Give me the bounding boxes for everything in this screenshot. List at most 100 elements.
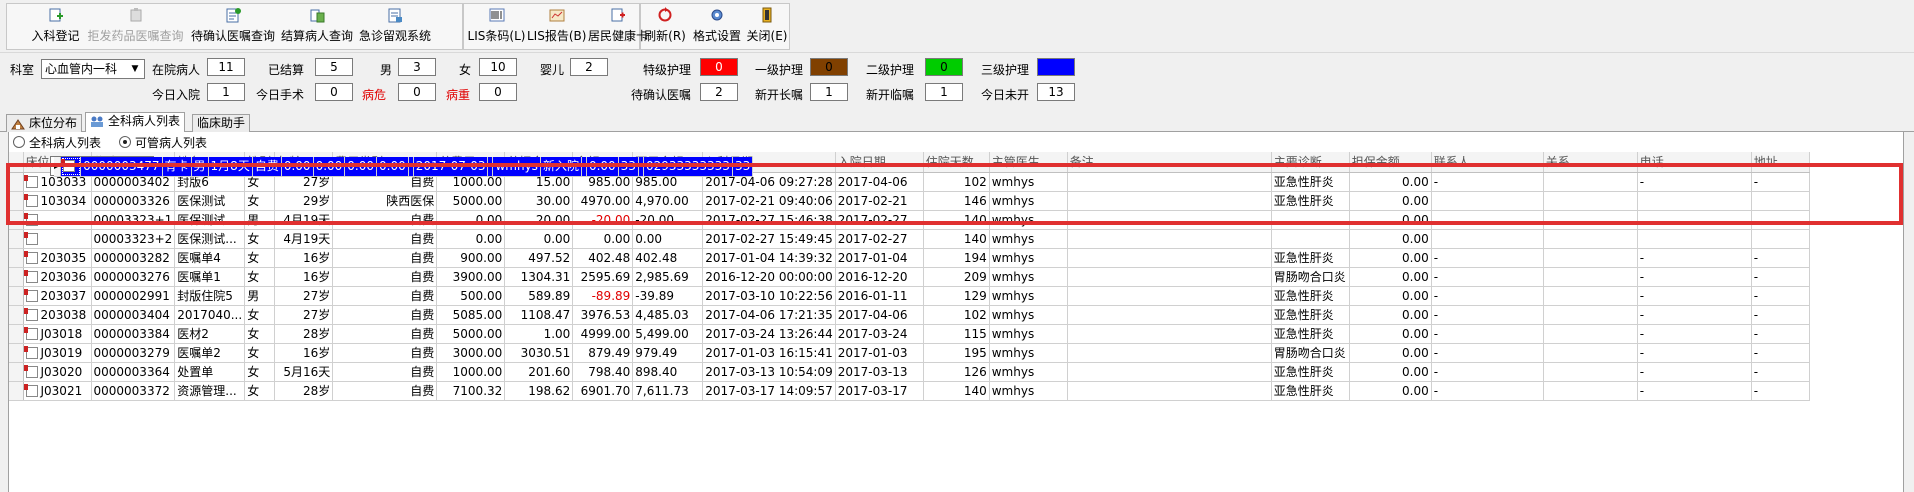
table-row[interactable]: 103034 0000003326 医保测试 女 29岁 陕西医保 5000.00 30.00… xyxy=(9,191,1810,211)
cell-value: 2017-03-13 10:54:09 xyxy=(705,365,833,379)
table-cell: 0.00 xyxy=(632,229,704,249)
format-settings-button[interactable]: 格式设置 xyxy=(691,4,743,44)
table-row[interactable]: J03018 0000003384 医材2 女 28岁 自费 5000.00 1.00 4999… xyxy=(9,324,1810,344)
radio-manageable-patients-dot xyxy=(119,136,131,148)
column-header[interactable]: 地址 xyxy=(1751,152,1810,173)
bed-number: 203036 xyxy=(40,270,87,284)
cell-value: 6901.70 xyxy=(580,384,631,398)
table-cell xyxy=(1543,267,1638,287)
cell-value: wmhys xyxy=(991,308,1035,322)
settle-query-button[interactable]: 结算病人查询 xyxy=(279,4,355,44)
table-row[interactable]: 203037 0000002991 封版住院5 男 27岁 自费 500.00 589.89 -… xyxy=(9,286,1810,306)
bed-number: J03020 xyxy=(40,365,83,379)
table-cell: 00003323+2 xyxy=(91,229,176,249)
table-cell xyxy=(1271,210,1350,230)
cell-value: 0.00 xyxy=(1402,174,1429,189)
table-cell: 33 xyxy=(618,157,639,177)
table-cell xyxy=(1637,210,1752,230)
column-header[interactable]: 电话 xyxy=(1637,152,1752,173)
column-header[interactable]: 入院日期 xyxy=(835,152,924,173)
table-cell xyxy=(1067,305,1272,325)
table-cell: 0.00 xyxy=(344,157,377,177)
cell-value: 129 xyxy=(963,289,987,303)
cell-value: 医材2 xyxy=(177,327,209,341)
dept-select[interactable]: 心血管内一科 ▼ xyxy=(41,59,145,79)
column-header[interactable]: 担保金额 xyxy=(1349,152,1432,173)
pending-order-query-button[interactable]: 待确认医嘱查询 xyxy=(188,4,278,44)
table-row[interactable]: ▶ 0000003477 有卡男 1月8天 自费 0.00 0.00 0.00 0.00 2017… xyxy=(50,156,754,177)
table-cell: 2017-01-04 14:39:32 xyxy=(702,248,836,268)
today-admit-count: 1 xyxy=(207,83,245,101)
refresh-button[interactable]: 刷新(R) xyxy=(643,4,687,44)
cell-value: 自费 xyxy=(254,159,279,174)
table-cell xyxy=(1067,172,1272,192)
cell-value: 1000.00 xyxy=(452,174,503,189)
health-card-button[interactable]: 居民健康卡 xyxy=(587,4,649,44)
cell-value: 2017-03-17 xyxy=(837,384,908,398)
cell-value: 医保测试 xyxy=(177,194,226,208)
radio-manageable-patients[interactable]: 可管病人列表 xyxy=(119,134,207,151)
column-header[interactable]: 备注 xyxy=(1067,152,1272,173)
column-header[interactable]: 主管医生 xyxy=(989,152,1068,173)
cell-value: 2016-12-20 00:00:00 xyxy=(705,270,833,284)
table-row[interactable]: J03021 0000003372 资源管理... 女 28岁 自费 7100.32 198.… xyxy=(9,381,1810,401)
table-cell: -89.89 xyxy=(572,286,634,306)
cell-value: 亚急性肝炎 xyxy=(1273,251,1334,265)
lis-report-button[interactable]: LIS报告(B) xyxy=(527,4,586,44)
table-cell: 2017-04-06 xyxy=(835,172,924,192)
table-cell: 16岁 xyxy=(274,267,334,287)
patient-record-icon xyxy=(23,174,38,188)
reject-drug-query-button[interactable]: 拒发药品医嘱查询 xyxy=(84,4,187,44)
cell-value: 27岁 xyxy=(303,174,331,189)
cell-value: - xyxy=(1433,327,1439,341)
cell-value: -39.89 xyxy=(635,289,674,303)
table-cell: 0000003326 xyxy=(91,191,176,211)
table-row[interactable]: 203036 0000003276 医嘱单1 女 16岁 自费 3900.00 1304.31… xyxy=(9,267,1810,287)
radio-all-patients-label: 全科病人列表 xyxy=(29,136,102,150)
table-row[interactable]: 00003323+1 医保测试... 男 4月19天 自费 0.00 20.00 -20.00… xyxy=(9,210,1810,230)
tab-clinical-assistant[interactable]: 临床助手 xyxy=(192,114,251,132)
table-cell: 4月19天 xyxy=(274,210,334,230)
table-row[interactable]: J03019 0000003279 医嘱单2 女 16岁 自费 3000.00 3030.51… xyxy=(9,343,1810,363)
pending-order-label: 待确认医嘱查询 xyxy=(190,29,275,43)
cell-value: 0.00 xyxy=(1402,194,1429,208)
cell-value: wmhys xyxy=(991,365,1035,379)
table-cell: 1.00 xyxy=(504,324,574,344)
table-cell: 0.00 xyxy=(313,157,346,177)
table-cell: wmhys xyxy=(989,362,1068,382)
radio-all-patients[interactable]: 全科病人列表 xyxy=(13,134,101,151)
health-card-icon xyxy=(610,7,626,23)
cell-value: 798.40 xyxy=(588,365,631,379)
cell-value: 589.89 xyxy=(528,289,571,303)
tab-all-patients[interactable]: 全科病人列表 xyxy=(85,112,186,133)
close-button[interactable]: 关闭(E) xyxy=(745,4,789,44)
tab-bed-layout[interactable]: 床位分布 xyxy=(6,114,83,132)
cell-value: 3976.53 xyxy=(580,308,631,322)
table-row[interactable]: 00003323+2 医保测试... 女 4月19天 自费 0.00 0.00 0.00 0.0… xyxy=(9,229,1810,249)
emergency-system-button[interactable]: 急诊留观系统 xyxy=(356,4,434,44)
cell-value: 亚急性肝炎 xyxy=(1273,327,1334,341)
lis-barcode-button[interactable]: LIS条码(L) xyxy=(467,4,526,44)
cell-value: - xyxy=(1753,327,1759,341)
cell-value: - xyxy=(1753,308,1759,322)
column-header[interactable]: 主要诊断 xyxy=(1271,152,1350,173)
cell-value: 2017-03-24 xyxy=(837,327,908,341)
close-label: 关闭(E) xyxy=(746,29,788,43)
table-row[interactable]: J03020 0000003364 处置单 女 5月16天 自费 1000.00 201.60… xyxy=(9,362,1810,382)
table-row[interactable]: 203035 0000003282 医嘱单4 女 16岁 自费 900.00 497.52 40… xyxy=(9,248,1810,268)
table-cell: 女 xyxy=(244,191,276,211)
patient-record-icon xyxy=(23,289,38,302)
column-header[interactable]: 关系 xyxy=(1543,152,1638,173)
table-row[interactable]: 203038 0000003404 2017040... 女 27岁 自费 5085.00 1… xyxy=(9,305,1810,325)
level3-care-count: 0 xyxy=(1037,58,1075,76)
cell-value: 2017-02-21 xyxy=(837,194,908,208)
column-header[interactable]: 联系人 xyxy=(1431,152,1544,173)
column-header[interactable]: 住院天数 xyxy=(923,152,990,173)
cell-value: - xyxy=(1433,384,1439,398)
cell-value: 140 xyxy=(963,384,987,398)
table-cell: 1月8天 xyxy=(208,157,253,177)
register-button[interactable]: 入科登记 xyxy=(28,4,83,44)
table-cell: 自费 xyxy=(332,286,438,306)
table-cell: - xyxy=(1637,267,1752,287)
table-cell: 3030.51 xyxy=(504,343,574,363)
